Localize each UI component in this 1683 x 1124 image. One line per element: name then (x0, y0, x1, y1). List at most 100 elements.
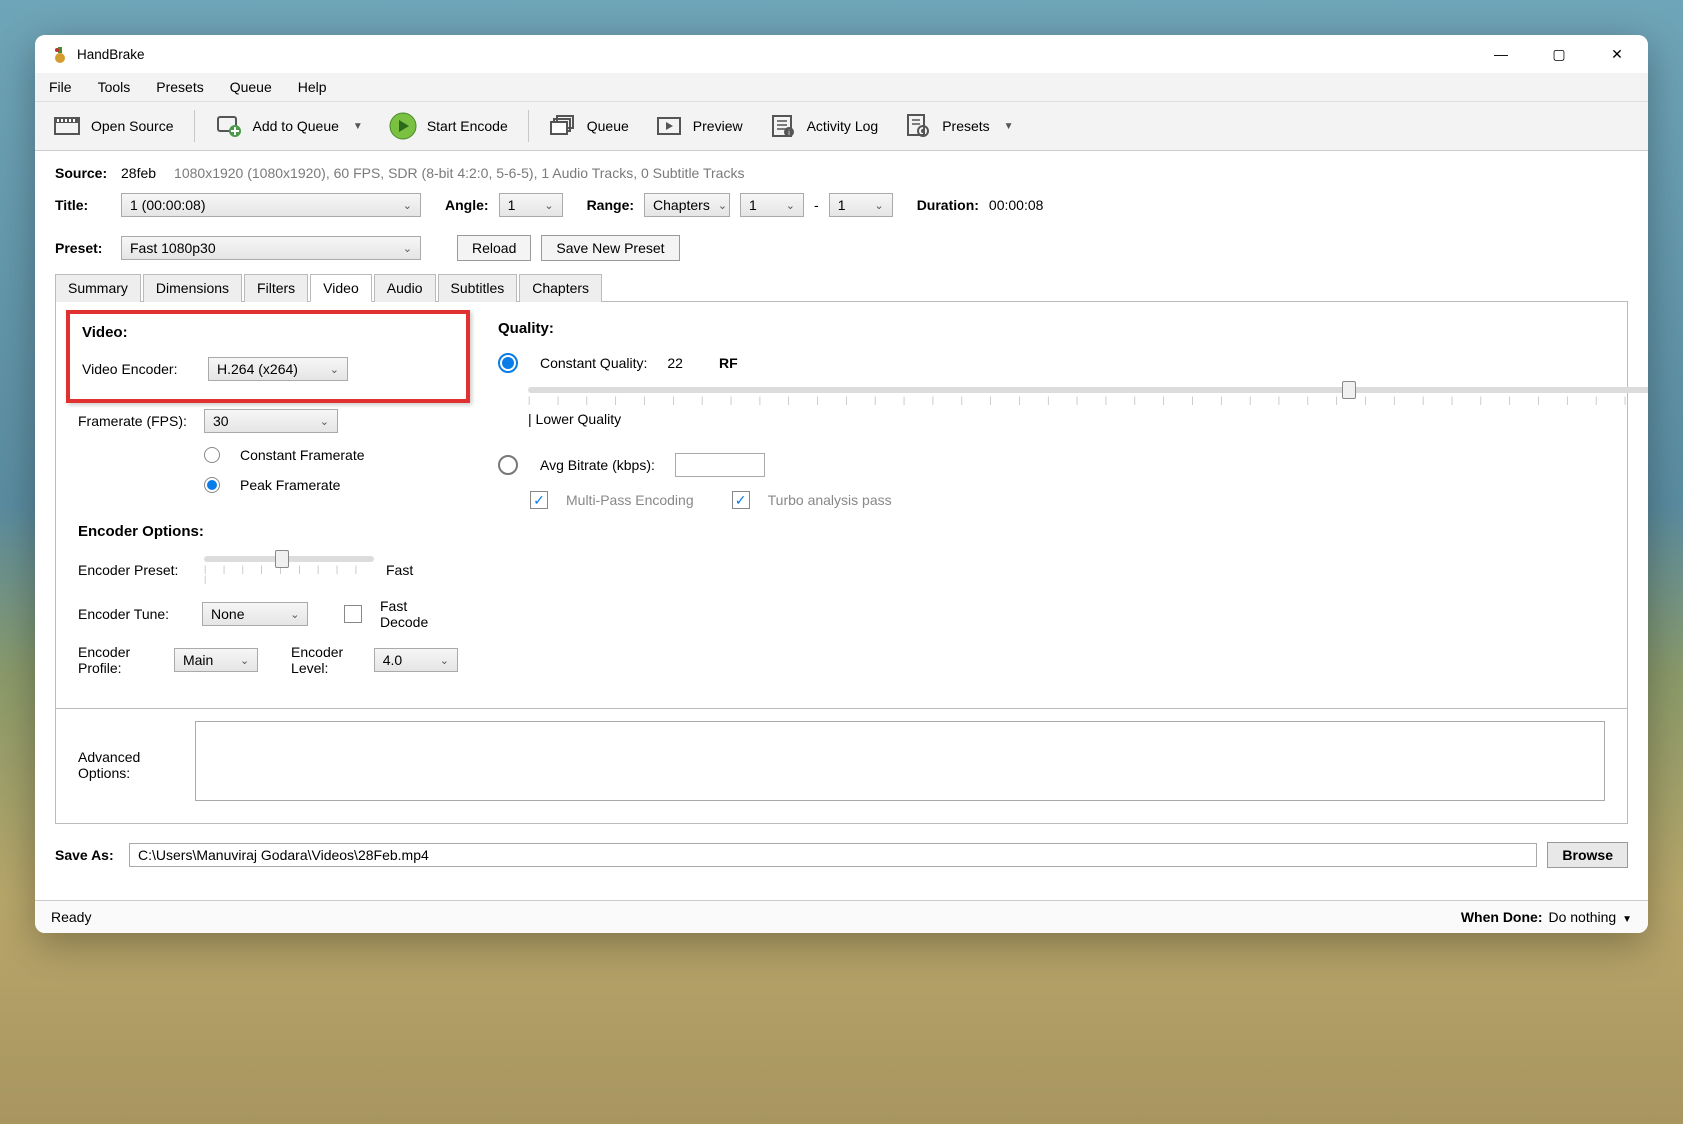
turbo-check[interactable]: ✓ (732, 491, 750, 509)
play-icon (389, 112, 417, 140)
add-queue-icon (215, 112, 243, 140)
close-button[interactable]: ✕ (1602, 46, 1632, 63)
minimize-button[interactable]: — (1486, 46, 1516, 63)
tab-subtitles[interactable]: Subtitles (438, 274, 518, 302)
video-pane: Video: Video Encoder: H.264 (x264) Frame… (55, 302, 1628, 709)
title-row: Title: 1 (00:00:08) Angle: 1 Range: Chap… (55, 193, 1628, 217)
enc-level-label: Encoder Level: (291, 644, 362, 676)
start-encode-button[interactable]: Start Encode (379, 108, 518, 144)
menu-tools[interactable]: Tools (98, 79, 131, 95)
range-type-select[interactable]: Chapters (644, 193, 730, 217)
enc-tune-label: Encoder Tune: (78, 606, 190, 622)
advanced-row: Advanced Options: (55, 709, 1628, 824)
avg-bitrate-radio[interactable] (498, 455, 518, 475)
enc-preset-slider-wrap: | | | | | | | | | | (204, 556, 374, 584)
toolbar: Open Source Add to Queue ▼ Start Encode … (35, 102, 1648, 151)
preview-icon (655, 112, 683, 140)
fast-decode-check[interactable] (344, 605, 362, 623)
enc-preset-row: Encoder Preset: | | | | | | | | | | Fast (78, 556, 458, 584)
browse-button[interactable]: Browse (1547, 842, 1628, 868)
multipass-check[interactable]: ✓ (530, 491, 548, 509)
presets-button[interactable]: Presets ▼ (894, 108, 1023, 144)
activity-log-button[interactable]: i Activity Log (759, 108, 889, 144)
app-icon (51, 45, 69, 63)
preset-value: Fast 1080p30 (130, 240, 216, 256)
quality-slider[interactable] (528, 387, 1648, 393)
cq-radio[interactable] (498, 353, 518, 373)
range-label: Range: (587, 197, 634, 213)
save-new-preset-button[interactable]: Save New Preset (541, 235, 679, 261)
presets-icon (904, 112, 932, 140)
menu-help[interactable]: Help (298, 79, 327, 95)
cfr-radio[interactable] (204, 447, 220, 463)
fps-label: Framerate (FPS): (78, 413, 192, 429)
preset-select[interactable]: Fast 1080p30 (121, 236, 421, 260)
tab-bar: Summary Dimensions Filters Video Audio S… (55, 273, 1628, 302)
maximize-button[interactable]: ▢ (1544, 46, 1574, 63)
avg-bitrate-input[interactable] (675, 453, 765, 477)
advanced-options-input[interactable] (195, 721, 1605, 801)
reload-button[interactable]: Reload (457, 235, 531, 261)
slider-ticks: | | | | | | | | | | | | | | | | | | | | … (528, 395, 1648, 405)
angle-select[interactable]: 1 (499, 193, 563, 217)
enc-level-select[interactable]: 4.0 (374, 648, 458, 672)
window-controls: — ▢ ✕ (1486, 46, 1632, 63)
fps-select[interactable]: 30 (204, 409, 338, 433)
source-info: 1080x1920 (1080x1920), 60 FPS, SDR (8-bi… (174, 165, 744, 181)
app-window: HandBrake — ▢ ✕ File Tools Presets Queue… (35, 35, 1648, 933)
log-icon: i (769, 112, 797, 140)
menubar: File Tools Presets Queue Help (35, 73, 1648, 102)
cq-value: 22 (667, 355, 683, 371)
titlebar: HandBrake — ▢ ✕ (35, 35, 1648, 73)
multipass-row: ✓ Multi-Pass Encoding ✓ Turbo analysis p… (530, 491, 1648, 509)
tab-audio[interactable]: Audio (374, 274, 436, 302)
menu-presets[interactable]: Presets (156, 79, 203, 95)
preset-row: Preset: Fast 1080p30 Reload Save New Pre… (55, 235, 1628, 261)
duration-label: Duration: (917, 197, 979, 213)
enc-tune-select[interactable]: None (202, 602, 308, 626)
title-select[interactable]: 1 (00:00:08) (121, 193, 421, 217)
tab-video[interactable]: Video (310, 274, 372, 302)
when-done-select[interactable]: Do nothing ▼ (1548, 909, 1632, 925)
avg-bitrate-label: Avg Bitrate (kbps): (540, 457, 655, 473)
quality-section-label: Quality: (498, 320, 1648, 337)
queue-button[interactable]: Queue (539, 108, 639, 144)
tab-chapters[interactable]: Chapters (519, 274, 602, 302)
cfr-row: Constant Framerate (204, 447, 458, 463)
turbo-label: Turbo analysis pass (768, 492, 892, 508)
log-label: Activity Log (807, 118, 879, 134)
chevron-down-icon[interactable]: ▼ (353, 121, 363, 132)
save-as-input[interactable] (129, 843, 1537, 867)
angle-label: Angle: (445, 197, 489, 213)
preview-label: Preview (693, 118, 743, 134)
enc-profile-label: Encoder Profile: (78, 644, 162, 676)
cq-row: Constant Quality: 22 RF (498, 353, 1648, 373)
encoder-opts-label: Encoder Options: (78, 523, 458, 540)
menu-file[interactable]: File (49, 79, 72, 95)
pfr-label: Peak Framerate (240, 477, 340, 493)
when-done-value: Do nothing (1548, 909, 1616, 925)
range-from-select[interactable]: 1 (740, 193, 804, 217)
app-title: HandBrake (77, 47, 1486, 62)
fps-row: Framerate (FPS): 30 (78, 409, 458, 433)
enc-profile-select[interactable]: Main (174, 648, 258, 672)
preview-button[interactable]: Preview (645, 108, 753, 144)
queue-icon (549, 112, 577, 140)
when-done-label: When Done: (1461, 909, 1543, 925)
tab-dimensions[interactable]: Dimensions (143, 274, 242, 302)
enc-tune-row: Encoder Tune: None Fast Decode (78, 598, 458, 630)
chevron-down-icon[interactable]: ▼ (1004, 121, 1014, 132)
pfr-radio[interactable] (204, 477, 220, 493)
menu-queue[interactable]: Queue (230, 79, 272, 95)
enc-preset-slider[interactable] (204, 556, 374, 562)
range-to-select[interactable]: 1 (829, 193, 893, 217)
add-to-queue-button[interactable]: Add to Queue ▼ (205, 108, 373, 144)
status-text: Ready (51, 909, 91, 925)
chevron-down-icon: ▼ (1622, 914, 1632, 925)
encoder-select[interactable]: H.264 (x264) (208, 357, 348, 381)
tab-filters[interactable]: Filters (244, 274, 308, 302)
avg-bitrate-row: Avg Bitrate (kbps): (498, 453, 1648, 477)
cq-unit: RF (719, 355, 738, 371)
open-source-button[interactable]: Open Source (43, 108, 184, 144)
tab-summary[interactable]: Summary (55, 274, 141, 302)
